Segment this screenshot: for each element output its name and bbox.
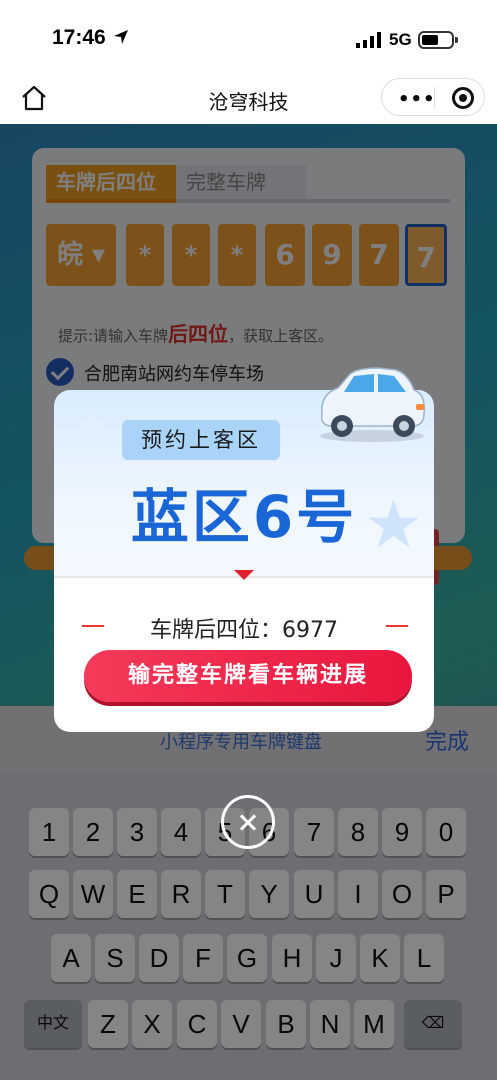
keyboard-dim bbox=[0, 706, 497, 1080]
target-icon[interactable] bbox=[452, 87, 474, 109]
arrow-down-icon bbox=[234, 570, 254, 580]
capsule-divider bbox=[434, 87, 435, 109]
clock: 17:46 bbox=[52, 26, 106, 49]
more-icon[interactable]: ••• bbox=[398, 89, 436, 110]
view-progress-button[interactable]: 输完整车牌看车辆进展 bbox=[84, 650, 412, 702]
network-label: 5G bbox=[389, 30, 412, 49]
plate-info: 车牌后四位：6977 bbox=[150, 618, 338, 643]
pickup-tag: 预约上客区 bbox=[122, 420, 280, 460]
dash-decor bbox=[386, 625, 408, 627]
signal-icon bbox=[356, 32, 381, 48]
car-icon bbox=[320, 367, 426, 442]
modal-body: 车牌后四位：6977 输完整车牌看车辆进展 bbox=[54, 570, 434, 732]
battery-icon bbox=[418, 31, 458, 49]
close-icon[interactable] bbox=[221, 795, 275, 849]
pickup-zone: 蓝区6号 bbox=[130, 483, 358, 551]
nav-bar: 沧穹科技 ••• bbox=[0, 78, 497, 124]
status-bar: 17:46 5G bbox=[0, 0, 497, 78]
location-arrow-icon bbox=[114, 30, 128, 44]
decor-star-icon: ★ bbox=[74, 402, 110, 448]
mini-program-capsule: ••• bbox=[381, 78, 485, 116]
